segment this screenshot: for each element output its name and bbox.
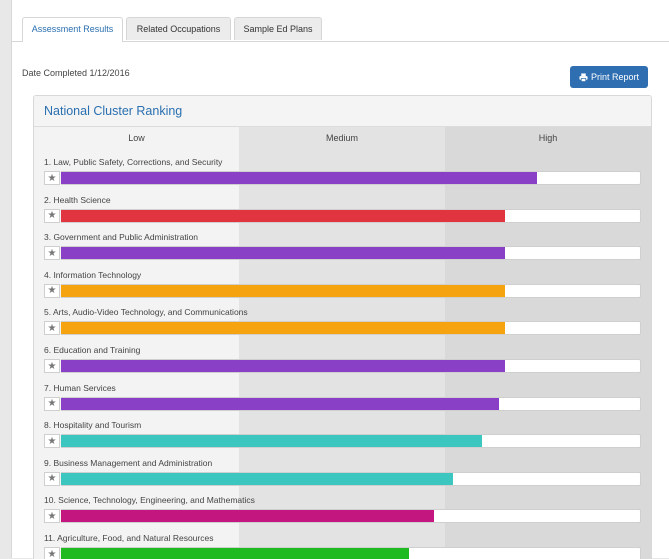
zone-label-high: High — [538, 133, 558, 143]
ranking-row: 8. Hospitality and Tourism ★ — [44, 416, 641, 454]
star-icon[interactable]: ★ — [44, 509, 60, 524]
ranking-row: 2. Health Science ★ — [44, 191, 641, 229]
score-bar — [61, 472, 453, 485]
score-track — [61, 208, 641, 223]
score-bar — [61, 360, 505, 372]
ranking-row: 1. Law, Public Safety, Corrections, and … — [44, 153, 641, 191]
print-icon — [579, 72, 588, 82]
star-icon[interactable]: ★ — [44, 434, 60, 449]
ranking-row: 4. Information Technology ★ — [44, 266, 641, 304]
ranking-label: 4. Information Technology — [44, 269, 142, 280]
score-track — [61, 283, 641, 298]
ranking-chart: Low Medium High 1. Law, Public Safety, C… — [34, 127, 651, 559]
panel-title: National Cluster Ranking — [34, 96, 651, 127]
score-track — [61, 246, 641, 261]
ranking-label: 11. Agriculture, Food, and Natural Resou… — [44, 533, 214, 543]
print-report-label: Print Report — [590, 72, 640, 82]
ranking-row: 9. Business Management and Administratio… — [44, 454, 641, 492]
score-bar — [61, 548, 409, 559]
tab-bar: Assessment Results Related Occupations S… — [11, 17, 669, 42]
ranking-label: 5. Arts, Audio-Video Technology, and Com… — [44, 307, 248, 318]
score-track — [61, 171, 641, 185]
score-bar — [61, 435, 482, 448]
score-track — [61, 547, 641, 559]
score-bar — [61, 247, 505, 260]
star-icon[interactable]: ★ — [44, 547, 60, 559]
ranking-label: 2. Health Science — [44, 194, 111, 205]
zone-label-medium: Medium — [325, 133, 358, 143]
star-icon[interactable]: ★ — [44, 471, 60, 486]
ranking-label: 10. Science, Technology, Engineering, an… — [44, 495, 255, 506]
star-icon[interactable]: ★ — [44, 246, 60, 261]
score-bar — [61, 172, 537, 184]
score-track — [61, 471, 641, 486]
star-icon[interactable]: ★ — [44, 396, 60, 411]
score-track — [61, 509, 641, 524]
ranking-label: 8. Hospitality and Tourism — [44, 420, 142, 431]
ranking-row: 3. Government and Public Administration ★ — [44, 228, 641, 266]
star-icon[interactable]: ★ — [44, 359, 60, 373]
ranking-label: 9. Business Management and Administratio… — [44, 457, 213, 468]
score-track — [61, 434, 641, 449]
ranking-label: 1. Law, Public Safety, Corrections, and … — [44, 157, 223, 167]
score-bar — [61, 397, 499, 410]
score-bar — [61, 284, 505, 297]
ranking-label: 6. Education and Training — [44, 345, 141, 355]
score-track — [61, 359, 641, 373]
star-icon[interactable]: ★ — [44, 321, 60, 336]
score-bar — [61, 510, 434, 523]
tab-sample-ed-plans[interactable]: Sample Ed Plans — [234, 17, 322, 40]
ranking-label: 7. Human Services — [44, 382, 116, 393]
score-track — [61, 321, 641, 336]
ranking-row: 7. Human Services ★ — [44, 379, 641, 417]
score-track — [61, 396, 641, 411]
ranking-row: 6. Education and Training ★ — [44, 341, 641, 379]
ranking-label: 3. Government and Public Administration — [44, 232, 199, 243]
star-icon[interactable]: ★ — [44, 171, 60, 185]
zone-label-low: Low — [128, 133, 145, 143]
star-icon[interactable]: ★ — [44, 208, 60, 223]
star-icon[interactable]: ★ — [44, 283, 60, 298]
score-bar — [61, 209, 505, 222]
ranking-row: 11. Agriculture, Food, and Natural Resou… — [44, 529, 641, 559]
tab-assessment-results[interactable]: Assessment Results — [22, 17, 123, 42]
ranking-row: 5. Arts, Audio-Video Technology, and Com… — [44, 303, 641, 341]
tab-related-occupations[interactable]: Related Occupations — [126, 17, 231, 40]
date-completed: Date Completed 1/12/2016 — [22, 68, 130, 78]
print-report-button[interactable]: Print Report — [570, 66, 648, 88]
ranking-row: 10. Science, Technology, Engineering, an… — [44, 491, 641, 529]
score-bar — [61, 322, 505, 335]
national-cluster-ranking-panel: National Cluster Ranking Low Medium High… — [33, 95, 652, 559]
